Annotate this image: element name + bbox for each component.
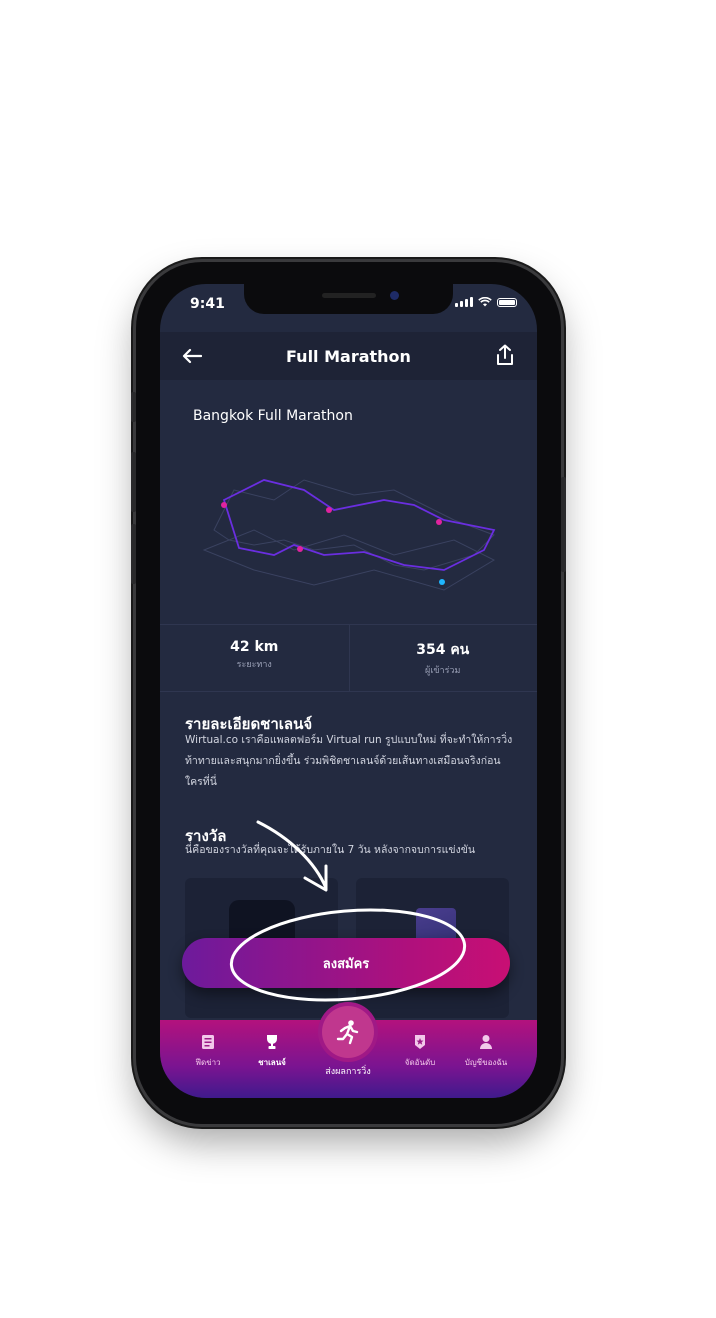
user-icon (480, 1035, 492, 1049)
runner-icon (336, 1020, 359, 1045)
app-screen: 9:41 Full Marathon Bangkok Full Marathon (160, 284, 537, 1098)
tab-account-label: บัญชีของฉัน (464, 1058, 508, 1067)
rank-badge-icon (415, 1035, 425, 1049)
route-line (222, 479, 496, 571)
volume-down-button (131, 524, 136, 584)
checkpoint-marker[interactable] (297, 546, 303, 552)
power-button (561, 477, 566, 572)
mute-switch (131, 392, 136, 422)
trophy-icon (267, 1035, 277, 1049)
camera (390, 291, 399, 300)
wifi-icon (478, 297, 492, 307)
page-title: Full Marathon (286, 347, 411, 366)
distance-value: 42 km (230, 639, 279, 655)
participants-value: 354 คน (416, 642, 470, 658)
speaker (322, 293, 376, 298)
route-name: Bangkok Full Marathon (193, 408, 353, 424)
volume-up-button (131, 452, 136, 512)
tab-news-label: ฟีดข่าว (195, 1058, 221, 1067)
signal-icon (455, 297, 473, 307)
phone-frame: 9:41 Full Marathon Bangkok Full Marathon (131, 262, 566, 1124)
share-icon[interactable] (495, 344, 515, 366)
distance-stat: 42 km ระยะทาง (160, 639, 349, 671)
checkpoint-marker[interactable] (436, 519, 442, 525)
route-map[interactable] (194, 460, 504, 600)
distance-label: ระยะทาง (236, 660, 272, 670)
status-time: 9:41 (190, 296, 225, 312)
tab-ranking-label: จัดอันดับ (404, 1058, 436, 1067)
register-button-label: ลงสมัคร (322, 956, 370, 972)
rewards-body: นี่คือของรางวัลที่คุณจะได้รับภายใน 7 วัน… (185, 844, 476, 856)
notch (244, 284, 453, 314)
tab-account[interactable]: บัญชีของฉัน (456, 1034, 516, 1069)
details-body: Wirtual.co เราคือแพลตฟอร์ม Virtual run ร… (185, 734, 513, 788)
checkpoint-marker[interactable] (221, 502, 227, 508)
bottom-tab-bar: ฟีดข่าว ชาเลนจ์ ส่งผลการวิ่ง จัดอันดับ บ… (160, 1006, 537, 1098)
tab-submit-run-label[interactable]: ส่งผลการวิ่ง (308, 1064, 388, 1078)
map-land-outline (213, 479, 495, 571)
register-button[interactable]: ลงสมัคร (182, 938, 510, 988)
stats-row: 42 km ระยะทาง 354 คน ผู้เข้าร่วม (160, 624, 537, 692)
checkpoint-marker[interactable] (326, 507, 332, 513)
participants-label: ผู้เข้าร่วม (425, 666, 461, 676)
tab-news[interactable]: ฟีดข่าว (178, 1034, 238, 1069)
map-land-outline (202, 529, 496, 591)
news-icon (202, 1035, 214, 1049)
tab-challenge[interactable]: ชาเลนจ์ (242, 1034, 302, 1069)
status-icons (455, 297, 517, 307)
app-header: Full Marathon (160, 332, 537, 380)
tab-ranking[interactable]: จัดอันดับ (390, 1034, 450, 1069)
tab-submit-run[interactable] (322, 1006, 374, 1058)
battery-icon (497, 298, 517, 307)
participants-stat: 354 คน ผู้เข้าร่วม (349, 639, 538, 677)
finish-marker[interactable] (439, 579, 445, 585)
tab-challenge-label: ชาเลนจ์ (258, 1058, 286, 1067)
